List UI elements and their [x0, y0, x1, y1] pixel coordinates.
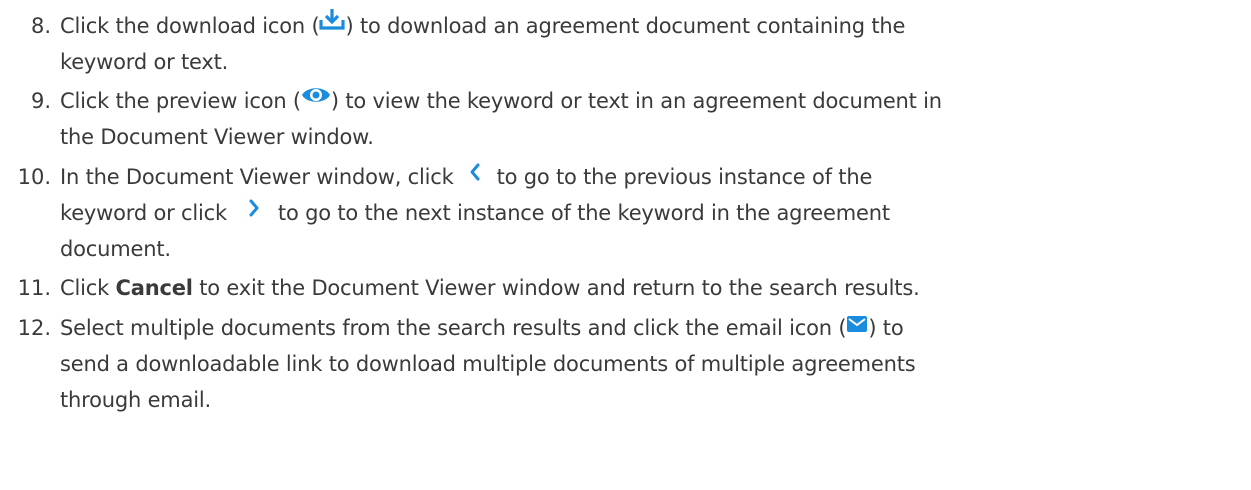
step-text: Click: [60, 276, 116, 300]
step-text: ) to view the keyword or text in an agre…: [330, 89, 942, 113]
step-text: Click the download icon (: [60, 14, 320, 38]
step-text: ) to: [868, 316, 904, 340]
step-number: 9.: [30, 89, 51, 113]
eye-icon: [301, 81, 331, 117]
step-9-line-2: the Document Viewer window.: [60, 119, 374, 155]
step-8-line-2: keyword or text.: [60, 44, 228, 80]
step-text: send a downloadable link to download mul…: [60, 352, 916, 376]
step-text: to exit the Document Viewer window and r…: [192, 276, 920, 300]
step-text: keyword or text.: [60, 50, 229, 74]
chevron-left-icon: [468, 157, 482, 193]
step-12-line-2: send a downloadable link to download mul…: [60, 346, 916, 382]
email-icon: [846, 308, 868, 344]
step-text: keyword or click: [60, 201, 227, 225]
step-8-line-1: Click the download icon ( ) to download a…: [60, 8, 905, 45]
step-number: 8.: [30, 14, 51, 38]
step-12-line-1: Select multiple documents from the searc…: [60, 308, 904, 347]
step-text: Select multiple documents from the searc…: [60, 316, 847, 340]
chevron-right-icon: [247, 193, 261, 229]
step-11-line-1: Click Cancel to exit the Document Viewer…: [60, 270, 920, 306]
step-text: to go to the next instance of the keywor…: [277, 201, 890, 225]
step-text: to go to the previous instance of the: [496, 165, 873, 189]
step-10-line-1: In the Document Viewer window, click to …: [60, 159, 872, 196]
step-text: through email.: [60, 388, 211, 412]
step-10-line-2: keyword or click to go to the next insta…: [60, 195, 890, 232]
step-9-line-1: Click the preview icon ( ) to view the ke…: [60, 83, 942, 120]
step-text: ) to download an agreement document cont…: [345, 14, 906, 38]
step-number: 11.: [17, 276, 51, 300]
step-number: 12.: [17, 316, 51, 340]
step-12-line-3: through email.: [60, 382, 211, 418]
step-text: In the Document Viewer window, click: [60, 165, 454, 189]
instruction-steps-list: 8. Click the download icon ( ) to downloa…: [0, 0, 1251, 490]
step-text: Click the preview icon (: [60, 89, 301, 113]
cancel-keyword: Cancel: [115, 276, 193, 300]
step-text: the Document Viewer window.: [60, 125, 374, 149]
step-text: document.: [60, 237, 171, 261]
download-icon: [319, 6, 346, 42]
step-10-line-3: document.: [60, 231, 171, 267]
step-number: 10.: [17, 165, 51, 189]
